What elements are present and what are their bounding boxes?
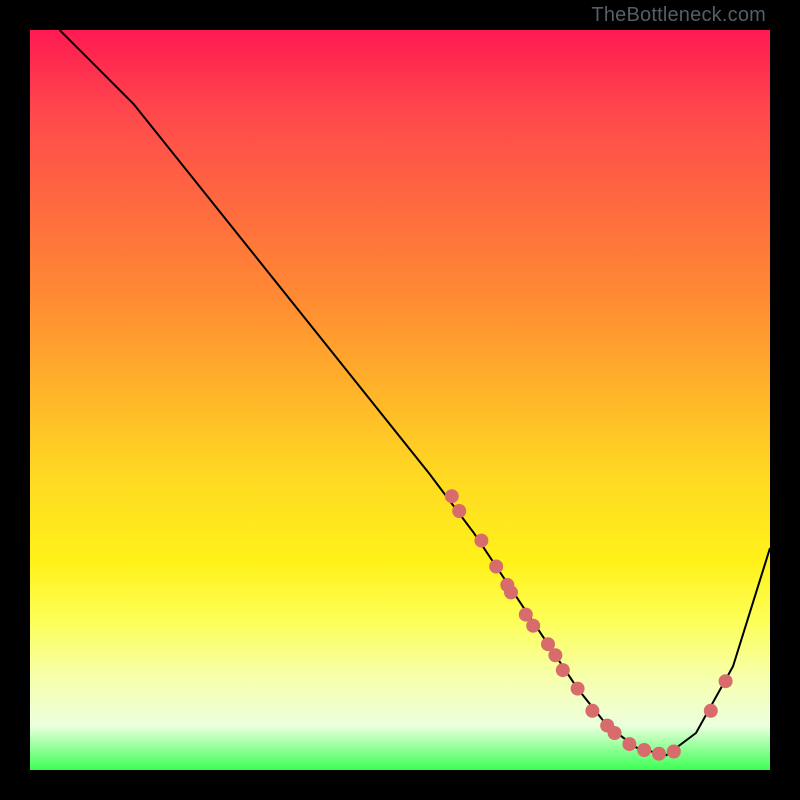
- scatter-point: [704, 704, 718, 718]
- scatter-point: [622, 737, 636, 751]
- scatter-point: [489, 560, 503, 574]
- curve-line: [60, 30, 770, 755]
- scatter-point: [504, 585, 518, 599]
- scatter-point: [548, 648, 562, 662]
- scatter-point: [474, 534, 488, 548]
- scatter-point: [571, 682, 585, 696]
- scatter-point: [445, 489, 459, 503]
- scatter-points-group: [445, 489, 733, 761]
- scatter-point: [526, 619, 540, 633]
- plot-area: [30, 30, 770, 770]
- scatter-point: [585, 704, 599, 718]
- scatter-point: [719, 674, 733, 688]
- scatter-point: [608, 726, 622, 740]
- scatter-point: [667, 745, 681, 759]
- watermark-text: TheBottleneck.com: [591, 4, 766, 27]
- scatter-point: [637, 743, 651, 757]
- scatter-point: [452, 504, 466, 518]
- chart-svg: [30, 30, 770, 770]
- scatter-point: [652, 747, 666, 761]
- scatter-point: [556, 663, 570, 677]
- chart-frame: TheBottleneck.com: [0, 0, 800, 800]
